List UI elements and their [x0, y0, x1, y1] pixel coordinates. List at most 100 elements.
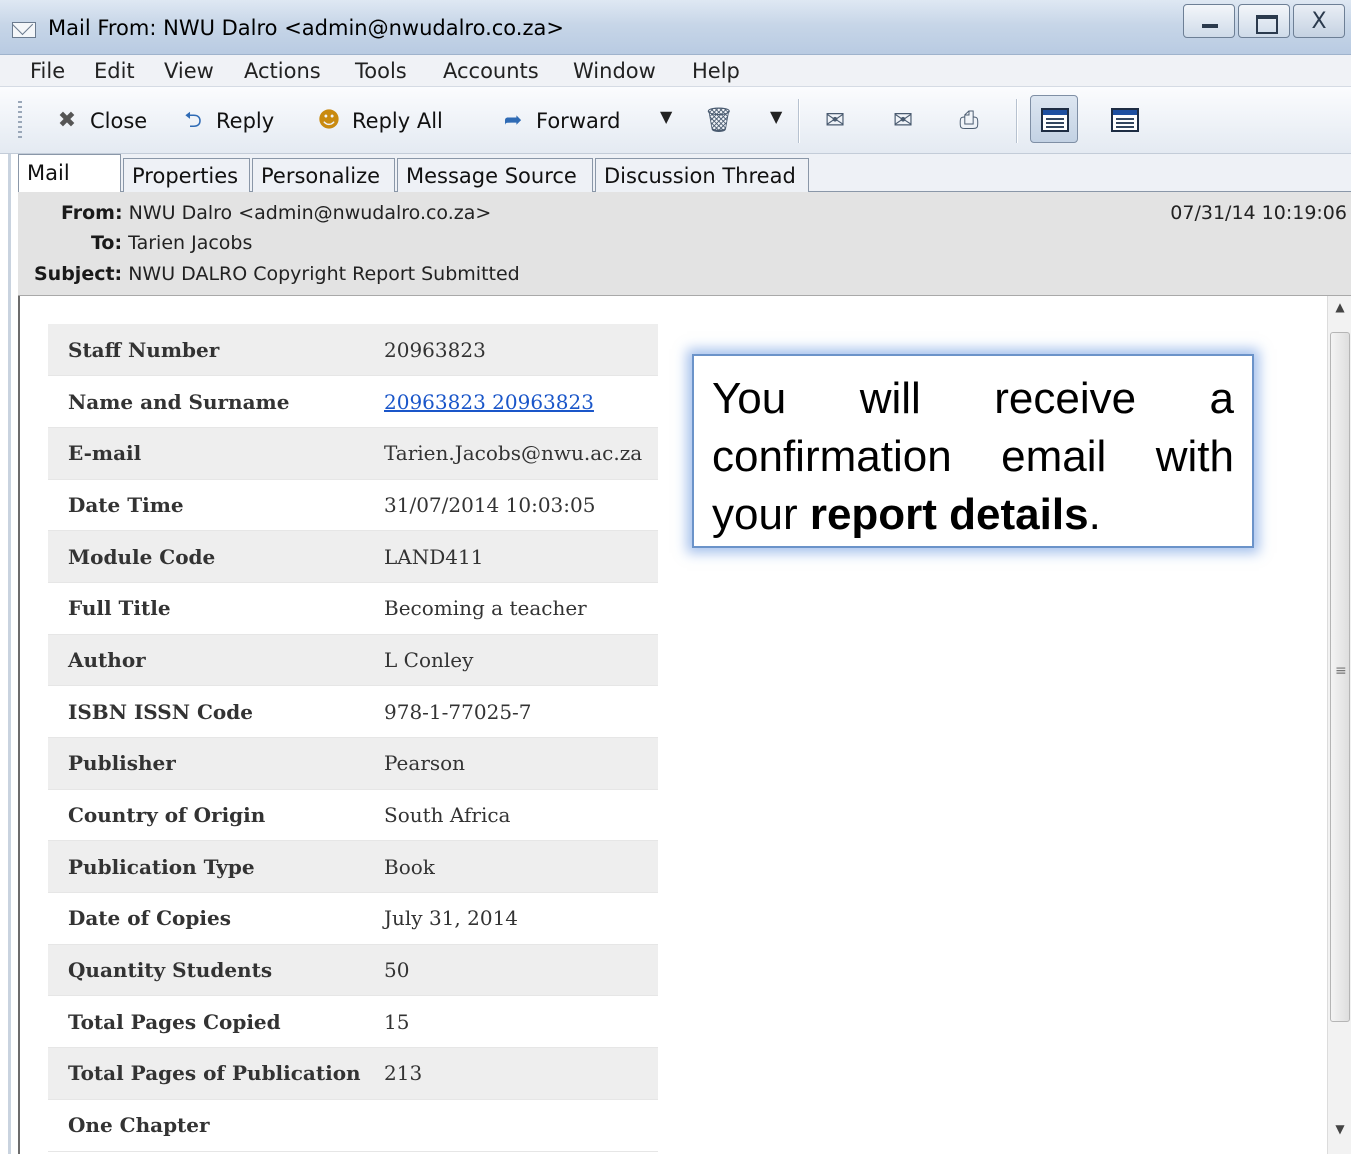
report-field-label: Full Title — [48, 582, 366, 635]
message-body: Staff Number 20963823 Name and Surname 2096… — [18, 296, 1351, 1154]
menu-actions[interactable]: Actions — [244, 59, 321, 83]
table-row: Date of Copies July 31, 2014 — [48, 892, 658, 945]
callout-bold-text: report details — [809, 490, 1089, 539]
table-row: Author L Conley — [48, 634, 658, 687]
table-row: Date Time 31/07/2014 10:03:05 — [48, 479, 658, 532]
callout-text-end: . — [1088, 490, 1101, 539]
preview-pane-icon — [1041, 108, 1069, 132]
message-header: From: NWU Dalro <admin@nwudalro.co.za> T… — [18, 192, 1351, 296]
report-field-label: Total Pages Copied — [48, 995, 366, 1049]
reply-all-button-label: Reply All — [352, 108, 443, 133]
preview-pane-view-button[interactable] — [1030, 95, 1078, 143]
table-row: E-mail Tarien.Jacobs@nwu.ac.za — [48, 427, 658, 480]
scroll-up-arrow-icon[interactable]: ▲ — [1328, 300, 1351, 330]
window-controls: X — [1180, 4, 1345, 38]
tab-bar: Mail Properties Personalize Message Sour… — [18, 154, 1351, 193]
delete-trash-icon[interactable]: 🗑 — [702, 105, 736, 135]
from-value: NWU Dalro <admin@nwudalro.co.za> — [128, 202, 492, 224]
table-row: Name and Surname 20963823 20963823 — [48, 375, 658, 428]
forward-button[interactable]: ➦ Forward — [498, 87, 621, 154]
delete-dropdown-icon[interactable]: ▼ — [770, 107, 782, 126]
forward-dropdown-icon[interactable]: ▼ — [660, 107, 672, 126]
close-icon: X — [1311, 9, 1327, 34]
report-field-label: Publisher — [48, 737, 366, 790]
toolbar-separator-2 — [1016, 99, 1018, 143]
vertical-scrollbar[interactable]: ▲ ▼ — [1327, 296, 1351, 1154]
forward-icon: ➦ — [503, 107, 523, 133]
tab-mail[interactable]: Mail — [18, 154, 121, 193]
tab-personalize[interactable]: Personalize — [252, 158, 395, 192]
report-field-label: Module Code — [48, 530, 366, 583]
report-field-value: LAND411 — [366, 530, 658, 583]
table-row: Total Pages of Publication 213 — [48, 1047, 658, 1100]
report-field-label: E-mail — [48, 427, 366, 480]
report-field-value: 50 — [366, 944, 658, 997]
previous-message-icon[interactable]: ✉ — [886, 105, 920, 135]
menu-help[interactable]: Help — [692, 59, 740, 83]
toolbar: ✖ Close ⮌ Reply ☻ Reply All ➦ Forward ▼ … — [0, 87, 1351, 154]
report-field-label: Author — [48, 634, 366, 687]
toolbar-grip[interactable] — [18, 101, 22, 141]
close-button[interactable]: ✖ Close — [52, 87, 147, 154]
print-icon[interactable]: ⎙ — [952, 105, 986, 135]
subject-label: Subject: — [34, 263, 123, 285]
report-field-label: Quantity Students — [48, 944, 366, 997]
scroll-thumb[interactable] — [1330, 332, 1350, 1022]
report-field-value: 978-1-77025-7 — [366, 685, 658, 738]
table-row: Module Code LAND411 — [48, 530, 658, 583]
from-row: From: NWU Dalro <admin@nwudalro.co.za> — [61, 202, 491, 224]
subject-value: NWU DALRO Copyright Report Submitted — [128, 263, 520, 285]
tab-properties[interactable]: Properties — [123, 158, 250, 192]
to-label: To: — [91, 232, 123, 254]
name-surname-link[interactable]: 20963823 20963823 — [384, 390, 594, 414]
report-field-value: Pearson — [366, 737, 658, 790]
menu-edit[interactable]: Edit — [94, 59, 135, 83]
scroll-down-arrow-icon[interactable]: ▼ — [1328, 1122, 1351, 1152]
maximize-button[interactable] — [1238, 4, 1290, 38]
message-date: 07/31/14 10:19:06 — [1170, 202, 1347, 224]
report-field-value: Tarien.Jacobs@nwu.ac.za — [366, 427, 658, 480]
window-title: Mail From: NWU Dalro <admin@nwudalro.co.… — [48, 16, 564, 40]
message-view-button[interactable] — [1100, 95, 1148, 143]
table-row: Total Pages Copied 15 — [48, 995, 658, 1049]
tab-message-source[interactable]: Message Source — [397, 158, 593, 192]
close-x-icon: ✖ — [57, 107, 77, 133]
menu-bar: File Edit View Actions Tools Accounts Wi… — [0, 55, 1351, 87]
reply-all-button[interactable]: ☻ Reply All — [314, 87, 443, 154]
toolbar-separator — [798, 99, 800, 143]
reply-button[interactable]: ⮌ Reply — [178, 87, 274, 154]
report-field-value: July 31, 2014 — [366, 892, 658, 945]
report-field-value: Book — [366, 840, 658, 894]
table-row: One Chapter — [48, 1099, 658, 1152]
close-button-label: Close — [90, 108, 148, 133]
report-field-label: Date Time — [48, 479, 366, 532]
menu-file[interactable]: File — [30, 59, 65, 83]
tab-discussion-thread[interactable]: Discussion Thread — [595, 158, 809, 192]
report-field-value: 20963823 — [366, 324, 658, 377]
report-field-label: Total Pages of Publication — [48, 1047, 366, 1100]
report-field-label: Publication Type — [48, 840, 366, 894]
report-field-value: South Africa — [366, 789, 658, 842]
report-table: Staff Number 20963823 Name and Surname 2096… — [48, 324, 658, 1152]
to-row: To: Tarien Jacobs — [91, 232, 252, 254]
minimize-button[interactable] — [1183, 4, 1235, 38]
report-field-value — [366, 1099, 658, 1152]
forward-button-label: Forward — [536, 108, 621, 133]
close-window-button[interactable]: X — [1293, 4, 1345, 38]
report-field-value: L Conley — [366, 634, 658, 687]
window-title-bar: Mail From: NWU Dalro <admin@nwudalro.co.… — [0, 0, 1351, 55]
menu-tools[interactable]: Tools — [355, 59, 407, 83]
reply-button-label: Reply — [216, 108, 275, 133]
table-row: Country of Origin South Africa — [48, 789, 658, 842]
menu-window[interactable]: Window — [573, 59, 656, 83]
to-value: Tarien Jacobs — [128, 232, 253, 254]
menu-view[interactable]: View — [164, 59, 214, 83]
table-row: ISBN ISSN Code 978-1-77025-7 — [48, 685, 658, 738]
report-field-value: 15 — [366, 995, 658, 1049]
left-window-edge — [8, 154, 11, 1154]
table-row: Staff Number 20963823 — [48, 324, 658, 377]
from-label: From: — [61, 202, 123, 224]
report-field-value: 213 — [366, 1047, 658, 1100]
menu-accounts[interactable]: Accounts — [443, 59, 539, 83]
next-message-icon[interactable]: ✉ — [818, 105, 852, 135]
